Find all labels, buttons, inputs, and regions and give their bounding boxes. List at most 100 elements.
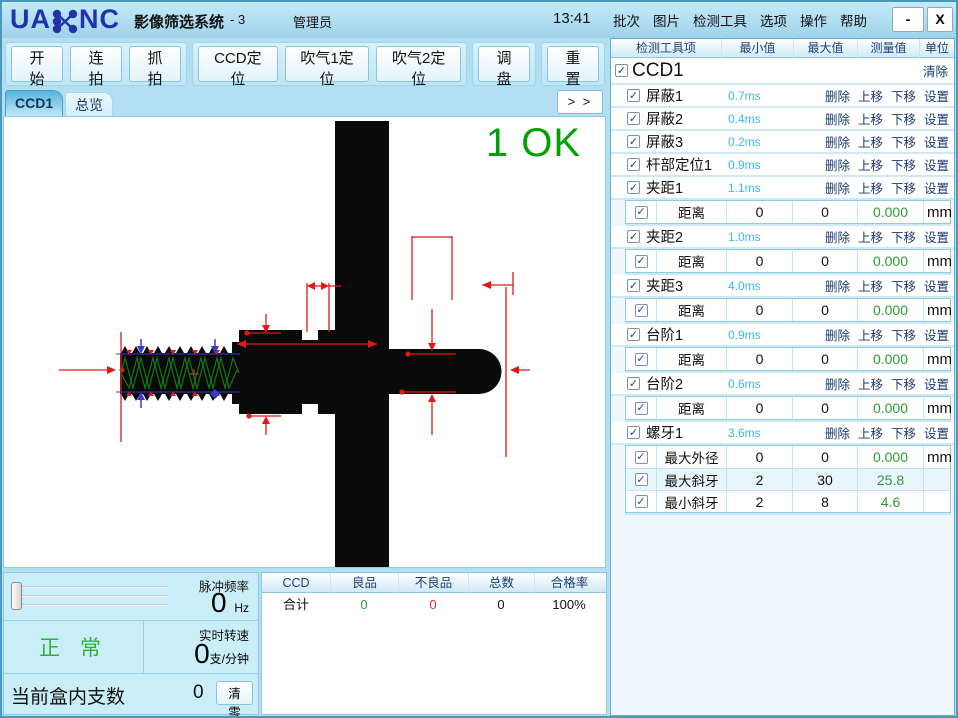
tab-ccd1[interactable]: CCD1	[5, 90, 63, 116]
menu-batch[interactable]: 批次	[613, 10, 640, 30]
move-up-link[interactable]: 上移	[858, 109, 883, 128]
close-button[interactable]: X	[927, 7, 953, 32]
checkbox[interactable]: ✓	[635, 495, 648, 508]
move-down-link[interactable]: 下移	[891, 276, 916, 295]
menu-inspect-tools[interactable]: 检测工具	[693, 10, 747, 30]
move-up-link[interactable]: 上移	[858, 227, 883, 246]
delete-link[interactable]: 删除	[825, 132, 850, 151]
settings-link[interactable]: 设置	[924, 178, 949, 197]
checkbox[interactable]: ✓	[627, 230, 640, 243]
snap-button[interactable]: 抓拍	[129, 46, 181, 82]
move-down-link[interactable]: 下移	[891, 86, 916, 105]
move-down-link[interactable]: 下移	[891, 325, 916, 344]
menu-image[interactable]: 图片	[653, 10, 680, 30]
ccd-locate-button[interactable]: CCD定位	[198, 46, 278, 82]
checkbox[interactable]: ✓	[627, 328, 640, 341]
move-up-link[interactable]: 上移	[858, 155, 883, 174]
camera-viewport: 1 OK	[3, 116, 606, 568]
reset-button[interactable]: 重置	[547, 46, 599, 82]
settings-link[interactable]: 设置	[924, 374, 949, 393]
pulse-slider[interactable]	[10, 579, 170, 613]
checkbox[interactable]: ✓	[627, 135, 640, 148]
settings-link[interactable]: 设置	[924, 86, 949, 105]
tool-time: 1.1ms	[728, 181, 761, 195]
menu-help[interactable]: 帮助	[840, 10, 867, 30]
checkbox[interactable]: ✓	[627, 112, 640, 125]
delete-link[interactable]: 删除	[825, 86, 850, 105]
checkbox[interactable]: ✓	[627, 377, 640, 390]
checkbox[interactable]: ✓	[635, 451, 648, 464]
settings-link[interactable]: 设置	[924, 109, 949, 128]
move-down-link[interactable]: 下移	[891, 155, 916, 174]
check-icon: ✓	[629, 160, 638, 170]
delete-link[interactable]: 删除	[825, 374, 850, 393]
delete-link[interactable]: 删除	[825, 325, 850, 344]
delete-link[interactable]: 删除	[825, 423, 850, 442]
clear-count-button[interactable]: 清零	[216, 681, 253, 705]
settings-link[interactable]: 设置	[924, 423, 949, 442]
sub-measured-value: 0.000	[857, 250, 923, 272]
col-max: 最大值	[793, 39, 857, 58]
checkbox[interactable]: ✓	[635, 353, 648, 366]
move-up-link[interactable]: 上移	[858, 86, 883, 105]
checkbox[interactable]: ✓	[627, 181, 640, 194]
stats-header: CCD 良品 不良品 总数 合格率	[262, 573, 606, 593]
move-up-link[interactable]: 上移	[858, 374, 883, 393]
tray-adjust-button[interactable]: 调盘	[478, 46, 530, 82]
settings-link[interactable]: 设置	[924, 155, 949, 174]
col-good: 良品	[330, 573, 398, 593]
sub-unit: mm	[923, 299, 952, 321]
checkbox[interactable]: ✓	[635, 473, 648, 486]
move-down-link[interactable]: 下移	[891, 374, 916, 393]
camera-group-checkbox[interactable]: ✓	[615, 64, 628, 77]
checkbox[interactable]: ✓	[635, 255, 648, 268]
blow1-locate-button[interactable]: 吹气1定位	[285, 46, 370, 82]
move-down-link[interactable]: 下移	[891, 132, 916, 151]
check-icon: ✓	[636, 354, 645, 364]
blow2-locate-button[interactable]: 吹气2定位	[376, 46, 461, 82]
checkbox[interactable]: ✓	[627, 89, 640, 102]
move-up-link[interactable]: 上移	[858, 178, 883, 197]
col-measured: 测量值	[857, 39, 919, 58]
settings-link[interactable]: 设置	[924, 325, 949, 344]
delete-link[interactable]: 删除	[825, 227, 850, 246]
burst-button[interactable]: 连拍	[70, 46, 122, 82]
delete-link[interactable]: 删除	[825, 109, 850, 128]
sub-measured-value: 0.000	[857, 348, 923, 370]
checkbox[interactable]: ✓	[635, 206, 648, 219]
checkbox[interactable]: ✓	[627, 158, 640, 171]
minimize-button[interactable]: -	[892, 7, 924, 32]
check-icon: ✓	[636, 452, 645, 462]
delete-link[interactable]: 删除	[825, 178, 850, 197]
slider-handle[interactable]	[11, 582, 22, 610]
move-down-link[interactable]: 下移	[891, 423, 916, 442]
menu-options[interactable]: 选项	[760, 10, 787, 30]
move-up-link[interactable]: 上移	[858, 132, 883, 151]
move-up-link[interactable]: 上移	[858, 423, 883, 442]
delete-link[interactable]: 删除	[825, 276, 850, 295]
move-down-link[interactable]: 下移	[891, 109, 916, 128]
checkbox[interactable]: ✓	[627, 426, 640, 439]
settings-link[interactable]: 设置	[924, 132, 949, 151]
tab-overview[interactable]: 总览	[65, 92, 113, 116]
checkbox[interactable]: ✓	[635, 402, 648, 415]
clear-link[interactable]: 清除	[923, 61, 948, 80]
expand-panel-button[interactable]: > >	[557, 90, 603, 114]
menu-operation[interactable]: 操作	[800, 10, 827, 30]
move-up-link[interactable]: 上移	[858, 276, 883, 295]
total-count: 0	[468, 593, 534, 617]
settings-link[interactable]: 设置	[924, 276, 949, 295]
sub-checkbox-cell: ✓	[626, 491, 656, 512]
move-up-link[interactable]: 上移	[858, 325, 883, 344]
sub-row: ✓最小斜牙284.6	[626, 490, 950, 512]
move-down-link[interactable]: 下移	[891, 178, 916, 197]
settings-link[interactable]: 设置	[924, 227, 949, 246]
sub-name: 距离	[656, 348, 726, 370]
start-button[interactable]: 开始	[11, 46, 63, 82]
move-down-link[interactable]: 下移	[891, 227, 916, 246]
delete-link[interactable]: 删除	[825, 155, 850, 174]
checkbox[interactable]: ✓	[627, 279, 640, 292]
checkbox[interactable]: ✓	[635, 304, 648, 317]
pulse-freq-unit: Hz	[234, 601, 249, 615]
tool-time: 0.7ms	[728, 89, 761, 103]
